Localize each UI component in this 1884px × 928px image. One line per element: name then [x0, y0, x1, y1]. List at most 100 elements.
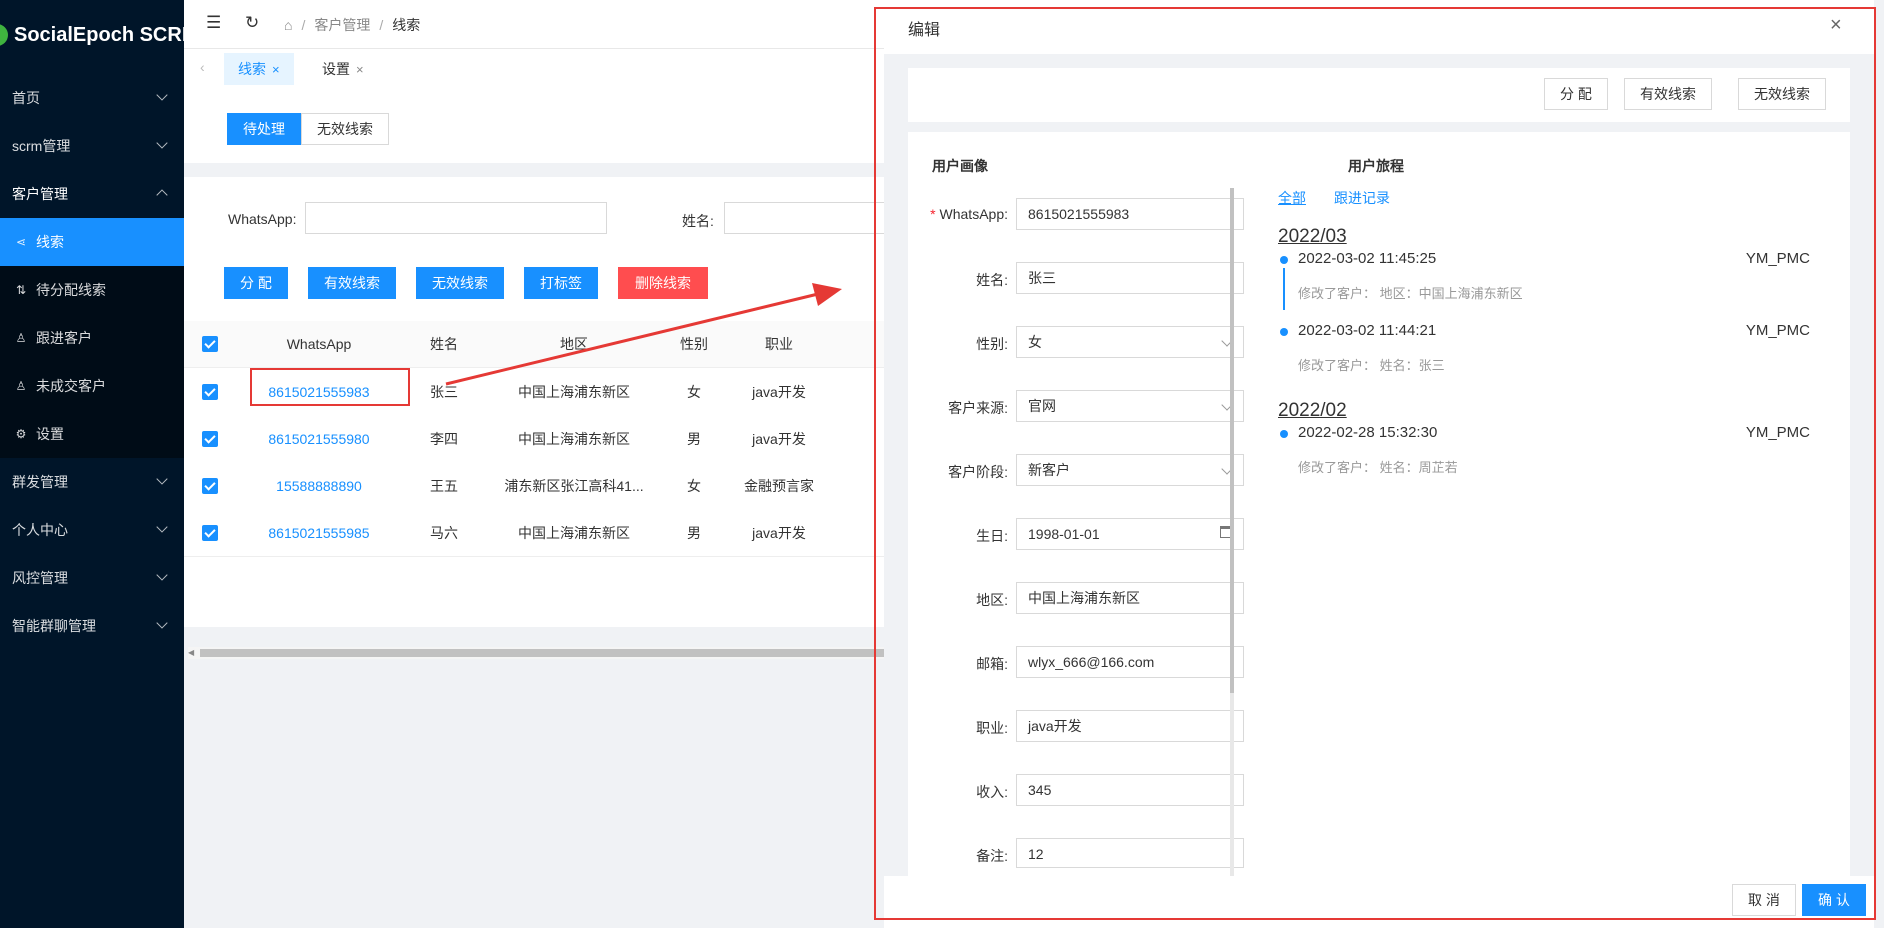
- sidebar-item-label: scrm管理: [12, 138, 71, 154]
- sidebar-item-personal[interactable]: 个人中心: [0, 506, 184, 554]
- segment-pending[interactable]: 待处理: [227, 113, 301, 145]
- column-header: 地区: [560, 336, 588, 352]
- column-header: 职业: [765, 336, 793, 352]
- gender-cell: 男: [687, 430, 701, 447]
- divider: [184, 163, 884, 177]
- name-cell: 王五: [430, 477, 458, 494]
- gender-cell: 女: [687, 383, 701, 400]
- name-cell: 马六: [430, 524, 458, 541]
- sidebar-item-broadcast[interactable]: 群发管理: [0, 458, 184, 506]
- delete-lead-button[interactable]: 删除线索: [618, 267, 708, 299]
- chevron-down-icon: [156, 89, 168, 101]
- checkbox-icon: [202, 524, 218, 541]
- valid-lead-button[interactable]: 有效线索: [308, 267, 396, 299]
- logo-icon: [0, 24, 8, 46]
- flow-icon: ⇅: [15, 283, 27, 297]
- close-icon[interactable]: ×: [272, 62, 280, 77]
- gear-icon: ⚙: [15, 427, 27, 441]
- select-all-checkbox[interactable]: [200, 321, 220, 367]
- region-cell: 中国上海浦东新区: [518, 430, 630, 447]
- segment-invalid[interactable]: 无效线索: [301, 113, 389, 145]
- user-icon: ♙: [15, 379, 27, 393]
- sidebar-item-unclosed[interactable]: ♙ 未成交客户: [0, 362, 184, 410]
- sidebar-item-label: 群发管理: [12, 474, 68, 490]
- row-checkbox[interactable]: [200, 462, 220, 509]
- invalid-lead-button[interactable]: 无效线索: [416, 267, 504, 299]
- breadcrumb: ⌂ / 客户管理 / 线索: [284, 17, 421, 33]
- sidebar-item-customer[interactable]: 客户管理: [0, 170, 184, 218]
- close-icon[interactable]: ×: [356, 62, 364, 77]
- sidebar-item-label: 首页: [12, 90, 40, 106]
- table-row[interactable]: 8615021555980 李四 中国上海浦东新区 男 java开发: [184, 415, 884, 463]
- sidebar-item-scrm[interactable]: scrm管理: [0, 122, 184, 170]
- sidebar-item-settings[interactable]: ⚙ 设置: [0, 410, 184, 458]
- row-checkbox[interactable]: [200, 415, 220, 462]
- sidebar-item-label: 待分配线索: [36, 282, 106, 298]
- row-checkbox[interactable]: [200, 509, 220, 556]
- sidebar-item-label: 智能群聊管理: [12, 618, 96, 634]
- checkbox-icon: [202, 383, 218, 400]
- job-cell: 金融预言家: [744, 477, 814, 494]
- chevron-down-icon: [156, 137, 168, 149]
- sidebar-item-groupchat[interactable]: 智能群聊管理: [0, 602, 184, 650]
- tag-button[interactable]: 打标签: [524, 267, 598, 299]
- top-header: ☰ ↻ ⌂ / 客户管理 / 线索: [184, 0, 884, 49]
- share-icon: ⋖: [15, 235, 27, 249]
- chevron-left-icon[interactable]: ‹: [200, 59, 205, 75]
- sidebar-item-unassigned[interactable]: ⇅ 待分配线索: [0, 266, 184, 314]
- tab-bar: ‹ 线索 × 设置 ×: [184, 49, 884, 90]
- chevron-down-icon: [156, 569, 168, 581]
- whatsapp-filter-label: WhatsApp:: [228, 211, 297, 227]
- column-header: 性别: [680, 336, 708, 352]
- refresh-icon[interactable]: ↻: [245, 13, 259, 33]
- tab-label: 设置: [322, 61, 350, 77]
- tab-label: 线索: [238, 61, 266, 77]
- logo: SocialEpoch SCRM: [0, 14, 198, 58]
- name-cell: 李四: [430, 430, 458, 447]
- sidebar-item-leads[interactable]: ⋖ 线索: [0, 218, 184, 266]
- table-row[interactable]: 8615021555985 马六 中国上海浦东新区 男 java开发: [184, 509, 884, 557]
- whatsapp-link[interactable]: 8615021555980: [244, 415, 394, 462]
- table-row[interactable]: 15588888890 王五 浦东新区张江高科41... 女 金融预言家: [184, 462, 884, 510]
- highlight-box: [250, 368, 410, 406]
- breadcrumb-current: 线索: [392, 17, 421, 33]
- region-cell: 浦东新区张江高科41...: [504, 477, 644, 494]
- breadcrumb-item[interactable]: 客户管理: [314, 17, 370, 33]
- side-menu: 首页 scrm管理 客户管理 ⋖ 线索 ⇅ 待分配线索 ♙ 跟进客户 ♙ 未成交…: [0, 74, 184, 650]
- scroll-left-icon[interactable]: ◀: [188, 648, 194, 657]
- name-cell: 张三: [430, 383, 458, 400]
- whatsapp-link[interactable]: 15588888890: [244, 462, 394, 509]
- home-icon[interactable]: ⌂: [284, 17, 292, 33]
- horizontal-scrollbar[interactable]: ◀: [188, 647, 884, 659]
- sidebar-item-label: 风控管理: [12, 570, 68, 586]
- customer-submenu: ⋖ 线索 ⇅ 待分配线索 ♙ 跟进客户 ♙ 未成交客户 ⚙ 设置: [0, 218, 184, 458]
- chevron-down-icon: [156, 473, 168, 485]
- sidebar-item-home[interactable]: 首页: [0, 74, 184, 122]
- column-header: WhatsApp: [286, 336, 352, 352]
- assign-button[interactable]: 分 配: [224, 267, 288, 299]
- whatsapp-filter-input[interactable]: [305, 202, 607, 234]
- checkbox-icon: [202, 430, 218, 447]
- tab-leads[interactable]: 线索 ×: [224, 53, 294, 85]
- gender-cell: 男: [687, 524, 701, 541]
- job-cell: java开发: [752, 430, 806, 447]
- chevron-down-icon: [156, 617, 168, 629]
- sidebar-item-label: 跟进客户: [36, 330, 92, 346]
- gender-cell: 女: [687, 477, 701, 494]
- sidebar-item-risk[interactable]: 风控管理: [0, 554, 184, 602]
- scroll-thumb[interactable]: [200, 649, 884, 657]
- region-cell: 中国上海浦东新区: [518, 524, 630, 541]
- tab-settings[interactable]: 设置 ×: [308, 53, 378, 85]
- menu-fold-icon[interactable]: ☰: [206, 13, 221, 33]
- status-segment: 待处理 无效线索: [227, 113, 389, 145]
- checkbox-icon: [202, 477, 218, 494]
- name-filter-input[interactable]: [724, 202, 884, 234]
- table-header: WhatsApp 姓名 地区 性别 职业: [184, 321, 884, 368]
- sidebar-item-follow[interactable]: ♙ 跟进客户: [0, 314, 184, 362]
- sidebar-item-label: 线索: [36, 234, 64, 250]
- whatsapp-link[interactable]: 8615021555985: [244, 509, 394, 556]
- region-cell: 中国上海浦东新区: [518, 383, 630, 400]
- row-checkbox[interactable]: [200, 368, 220, 415]
- job-cell: java开发: [752, 524, 806, 541]
- sidebar: SocialEpoch SCRM 首页 scrm管理 客户管理 ⋖ 线索 ⇅ 待…: [0, 0, 198, 928]
